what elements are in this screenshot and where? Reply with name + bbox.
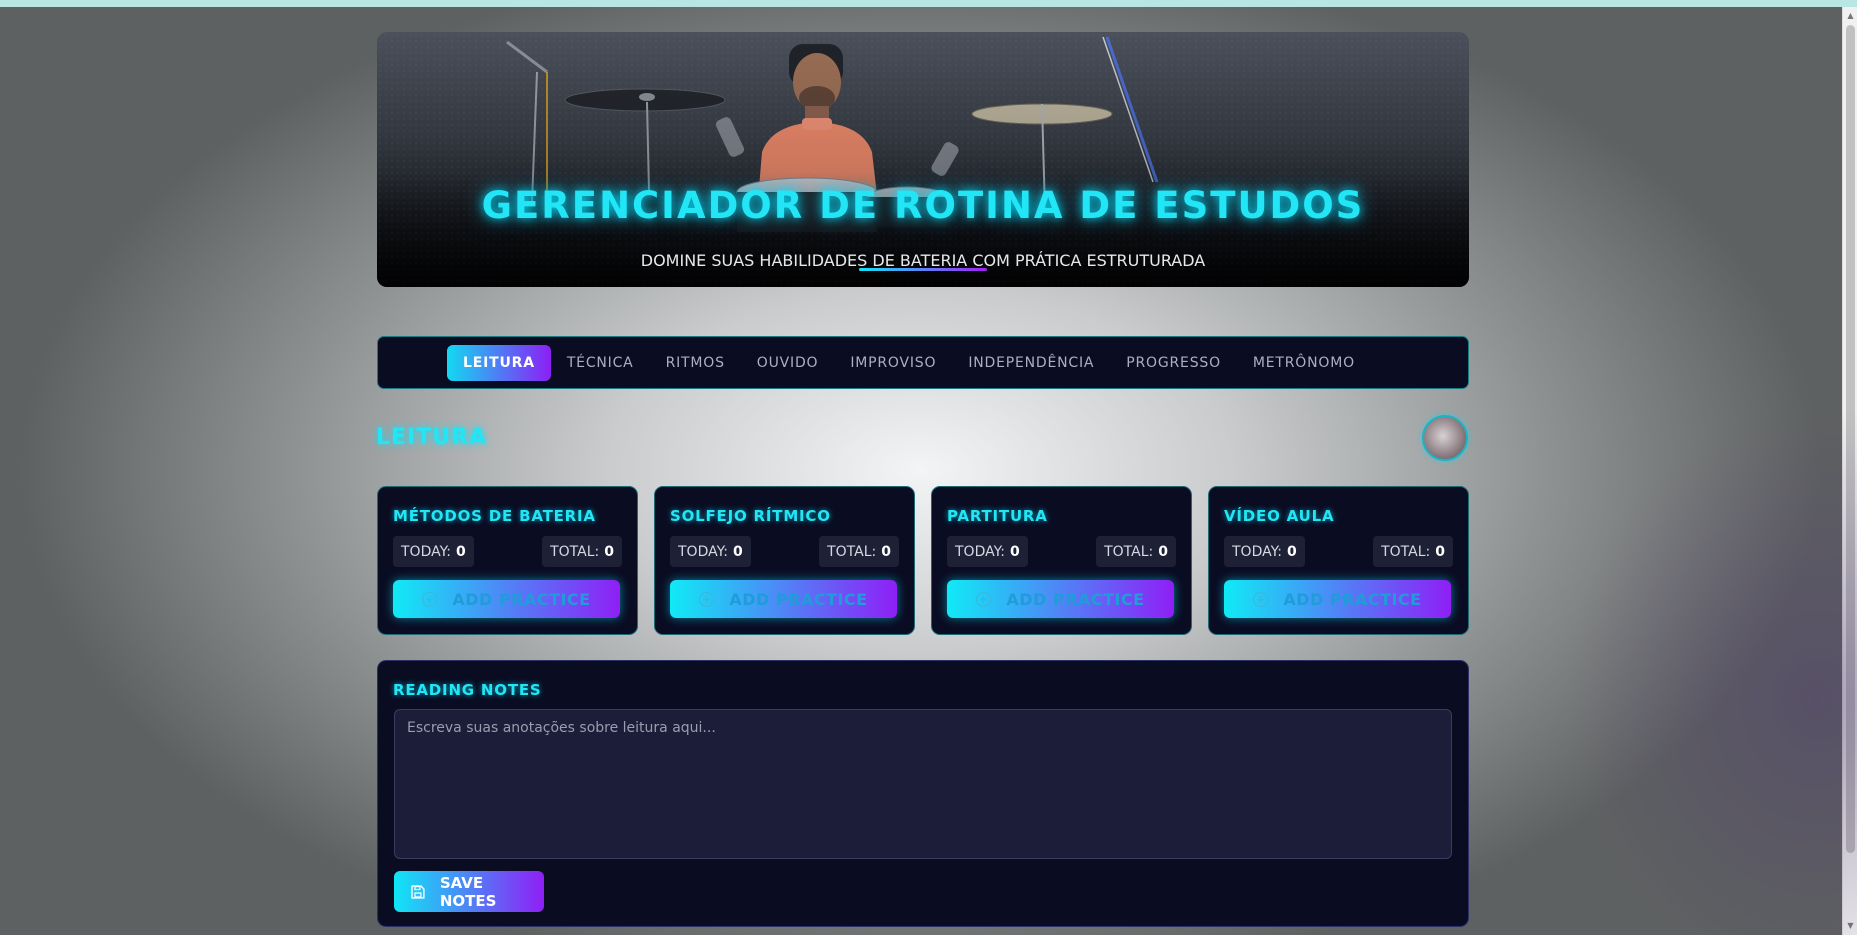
avatar[interactable] <box>1422 415 1468 461</box>
today-stat: TODAY: 0 <box>393 536 474 567</box>
practice-card: VÍDEO AULA TODAY: 0 TOTAL: 0 + ADD PRACTICE <box>1208 486 1469 635</box>
practice-card: SOLFEJO RÍTMICO TODAY: 0 TOTAL: 0 + ADD PRA… <box>654 486 915 635</box>
reading-notes-panel: READING NOTES SAVE NOTES <box>377 660 1469 927</box>
hero-banner: GERENCIADOR DE ROTINA DE ESTUDOS DOMINE … <box>377 32 1469 287</box>
tab-metronomo[interactable]: METRÔNOMO <box>1237 345 1371 381</box>
card-title: VÍDEO AULA <box>1224 507 1335 525</box>
add-practice-button[interactable]: + ADD PRACTICE <box>393 580 620 618</box>
total-stat: TOTAL: 0 <box>1096 536 1176 567</box>
total-value: 0 <box>881 543 891 560</box>
total-value: 0 <box>1435 543 1445 560</box>
today-stat: TODAY: 0 <box>947 536 1028 567</box>
save-notes-button[interactable]: SAVE NOTES <box>394 871 544 912</box>
scroll-down-arrow-icon[interactable]: ▼ <box>1846 921 1855 931</box>
today-label: TODAY: <box>401 543 452 560</box>
tab-leitura[interactable]: LEITURA <box>447 344 551 381</box>
save-notes-label: SAVE NOTES <box>439 873 497 910</box>
notes-textarea[interactable] <box>394 709 1452 859</box>
total-value: 0 <box>604 543 614 560</box>
total-label: TOTAL: <box>1381 543 1431 560</box>
today-value: 0 <box>456 543 466 560</box>
today-value: 0 <box>733 543 743 560</box>
plus-circle-icon: + <box>976 591 992 607</box>
tab-independencia[interactable]: INDEPENDÊNCIA <box>952 345 1110 381</box>
card-title: PARTITURA <box>947 507 1048 525</box>
today-value: 0 <box>1287 543 1297 560</box>
today-stat: TODAY: 0 <box>1224 536 1305 567</box>
today-label: TODAY: <box>678 543 729 560</box>
add-practice-button[interactable]: + ADD PRACTICE <box>670 580 897 618</box>
notes-title: READING NOTES <box>393 681 542 699</box>
card-title: SOLFEJO RÍTMICO <box>670 507 831 525</box>
plus-circle-icon: + <box>1253 591 1269 607</box>
add-practice-label: ADD PRACTICE <box>1006 589 1145 609</box>
page-scrollbar[interactable]: ▲ ▼ <box>1842 7 1857 935</box>
total-label: TOTAL: <box>1104 543 1154 560</box>
add-practice-label: ADD PRACTICE <box>729 589 868 609</box>
today-label: TODAY: <box>1232 543 1283 560</box>
category-tabs: LEITURA TÉCNICA RITMOS OUVIDO IMPROVISO … <box>377 336 1469 389</box>
card-title: MÉTODOS DE BATERIA <box>393 507 596 525</box>
practice-card: MÉTODOS DE BATERIA TODAY: 0 TOTAL: 0 + ADD … <box>377 486 638 635</box>
tab-progresso[interactable]: PROGRESSO <box>1110 345 1237 381</box>
tab-improviso[interactable]: IMPROVISO <box>834 345 952 381</box>
scrollbar-thumb[interactable] <box>1846 25 1855 853</box>
app-title: GERENCIADOR DE ROTINA DE ESTUDOS <box>481 184 1365 227</box>
add-practice-button[interactable]: + ADD PRACTICE <box>947 580 1174 618</box>
today-stat: TODAY: 0 <box>670 536 751 567</box>
total-stat: TOTAL: 0 <box>819 536 899 567</box>
browser-top-strip <box>0 0 1857 7</box>
total-stat: TOTAL: 0 <box>542 536 622 567</box>
scroll-up-arrow-icon[interactable]: ▲ <box>1846 11 1855 21</box>
tab-tecnica[interactable]: TÉCNICA <box>551 345 650 381</box>
total-label: TOTAL: <box>827 543 877 560</box>
tab-ritmos[interactable]: RITMOS <box>650 345 741 381</box>
today-label: TODAY: <box>955 543 1006 560</box>
total-label: TOTAL: <box>550 543 600 560</box>
section-title: LEITURA <box>376 425 488 450</box>
drummer-photo <box>377 32 1469 287</box>
add-practice-button[interactable]: + ADD PRACTICE <box>1224 580 1451 618</box>
today-value: 0 <box>1010 543 1020 560</box>
tab-ouvido[interactable]: OUVIDO <box>741 345 835 381</box>
total-value: 0 <box>1158 543 1168 560</box>
total-stat: TOTAL: 0 <box>1373 536 1453 567</box>
add-practice-label: ADD PRACTICE <box>452 589 591 609</box>
save-icon <box>411 884 425 899</box>
plus-circle-icon: + <box>699 591 715 607</box>
practice-card: PARTITURA TODAY: 0 TOTAL: 0 + ADD PRACTICE <box>931 486 1192 635</box>
add-practice-label: ADD PRACTICE <box>1283 589 1422 609</box>
plus-circle-icon: + <box>422 591 438 607</box>
app-subtitle: DOMINE SUAS HABILIDADES DE BATERIA COM P… <box>640 251 1206 270</box>
